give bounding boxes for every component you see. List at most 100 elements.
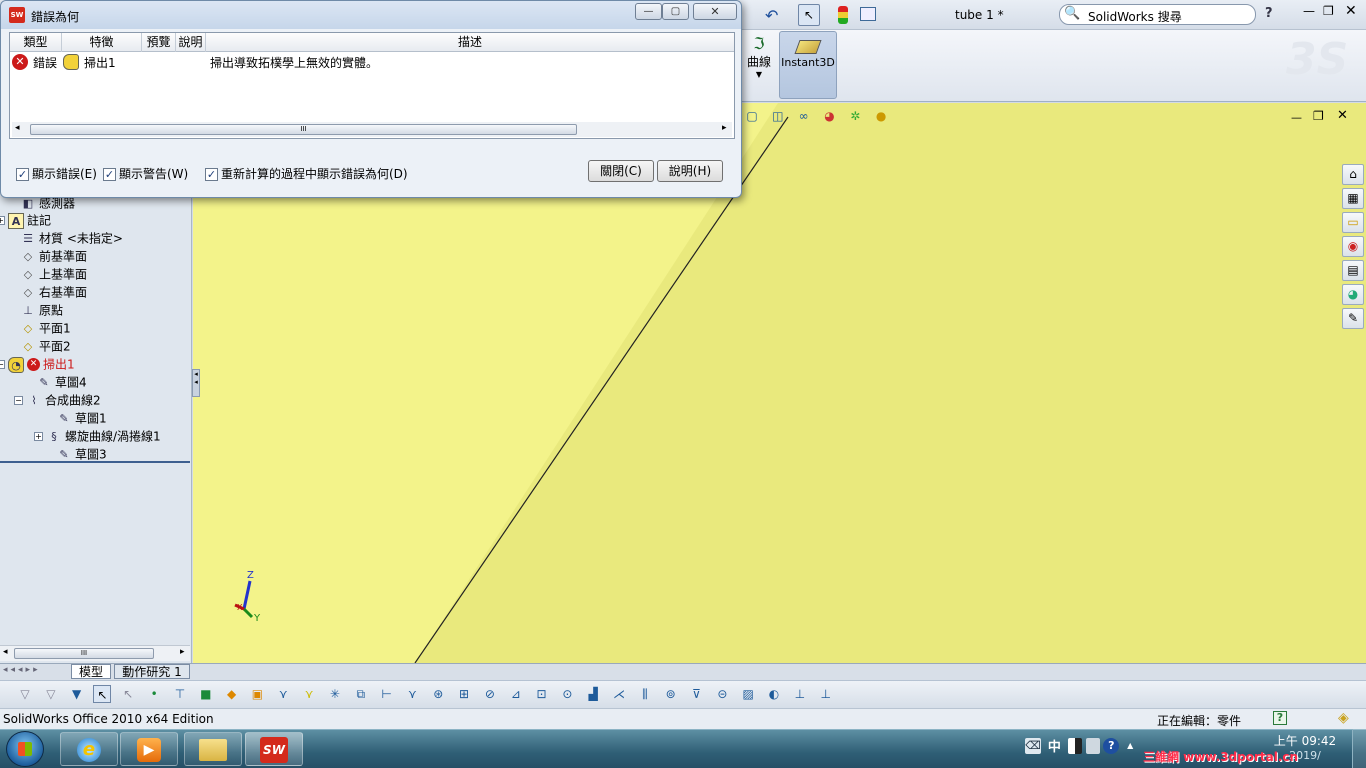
minimize-main-button[interactable]: — bbox=[1303, 4, 1315, 18]
display-style-icon[interactable]: ◫ bbox=[769, 107, 787, 125]
surface-finish-icon[interactable]: ⊘ bbox=[481, 685, 499, 703]
viewport-restore-icon[interactable]: ❐ bbox=[1313, 109, 1324, 123]
scroll-left-icon[interactable]: ◂ bbox=[3, 647, 8, 657]
render-icon[interactable]: ● bbox=[872, 107, 890, 125]
help-icon[interactable]: ? bbox=[1265, 6, 1273, 21]
viewport-minimize-icon[interactable]: — bbox=[1291, 111, 1302, 124]
taskbar-explorer[interactable] bbox=[184, 732, 242, 766]
select-arrow-icon[interactable]: ↖ bbox=[93, 685, 112, 703]
dimension-icon[interactable]: ⊢ bbox=[378, 685, 396, 703]
tab-model[interactable]: 模型 bbox=[71, 664, 111, 679]
search-box[interactable]: 🔍 SolidWorks 搜尋 bbox=[1059, 4, 1256, 25]
tolerance-icon[interactable]: ⊡ bbox=[533, 685, 551, 703]
measure-icon[interactable]: ⊥ bbox=[791, 685, 809, 703]
scene-icon[interactable]: ✲ bbox=[846, 107, 864, 125]
note-filter-icon[interactable]: ⋎ bbox=[403, 685, 421, 703]
scroll-right-icon[interactable]: ▸ bbox=[722, 123, 727, 133]
ime-punct-icon[interactable] bbox=[1085, 737, 1100, 754]
route-icon[interactable]: ⊽ bbox=[688, 685, 706, 703]
filter-icon[interactable]: ▽ bbox=[16, 685, 34, 703]
hole-icon[interactable]: ⊙ bbox=[558, 685, 576, 703]
balloon-icon[interactable]: ⊛ bbox=[429, 685, 447, 703]
cube-icon[interactable]: ■ bbox=[197, 685, 215, 703]
tree-item[interactable]: + § 螺旋曲線/渦捲線1 bbox=[34, 427, 161, 445]
taskbar-ie[interactable]: e bbox=[60, 732, 118, 766]
tree-hscrollbar[interactable]: ◂ III ▸ bbox=[0, 645, 190, 661]
tag-icon[interactable]: ◈ bbox=[1338, 710, 1349, 726]
appearances-icon[interactable]: ◕ bbox=[1342, 284, 1364, 305]
tree-item[interactable]: ⊥ 原點 bbox=[20, 301, 63, 319]
point-icon[interactable]: • bbox=[145, 685, 163, 703]
hatch-icon[interactable]: ⫼ bbox=[636, 685, 654, 703]
face-icon[interactable]: ▣ bbox=[248, 685, 266, 703]
taskbar-solidworks[interactable]: SW bbox=[245, 732, 303, 766]
ime-chinese-indicator[interactable]: 中 bbox=[1048, 740, 1061, 755]
show-on-rebuild-checkbox[interactable]: ✓ 重新計算的過程中顯示錯誤為何(D) bbox=[205, 165, 408, 182]
viewport-close-icon[interactable]: ✕ bbox=[1337, 108, 1348, 123]
image-icon[interactable]: ▨ bbox=[739, 685, 757, 703]
search-results-icon[interactable]: ◉ bbox=[1342, 236, 1364, 257]
tree-scroll-thumb[interactable]: III bbox=[14, 648, 154, 659]
weld-icon[interactable]: ⊿ bbox=[507, 685, 525, 703]
star-icon[interactable]: ✳ bbox=[326, 685, 344, 703]
expand-icon[interactable]: + bbox=[34, 432, 43, 441]
edge-filter2-icon[interactable]: ⋎ bbox=[300, 685, 318, 703]
chart-icon[interactable]: ▟ bbox=[584, 685, 602, 703]
show-errors-checkbox[interactable]: ✓ 顯示錯誤(E) bbox=[16, 165, 97, 182]
tree-item[interactable]: − ◔ ✕ 掃出1 bbox=[0, 355, 75, 373]
close-main-button[interactable]: ✕ bbox=[1345, 3, 1357, 19]
block-icon[interactable]: ⊚ bbox=[662, 685, 680, 703]
ime-status-icon[interactable]: ⌫ bbox=[1025, 737, 1041, 754]
error-list-hscrollbar[interactable]: ◂ III ▸ bbox=[12, 122, 732, 137]
view-orientation-icon[interactable]: ▢ bbox=[743, 107, 761, 125]
col-description[interactable]: 描述 bbox=[206, 33, 734, 52]
error-list-scroll-thumb[interactable]: III bbox=[30, 124, 577, 135]
custom-properties-icon[interactable]: ✎ bbox=[1342, 308, 1364, 329]
home-icon[interactable]: ⌂ bbox=[1342, 164, 1364, 185]
vertex-icon[interactable]: ◆ bbox=[223, 685, 241, 703]
show-warnings-checkbox[interactable]: ✓ 顯示警告(W) bbox=[103, 165, 188, 182]
help-button[interactable]: 說明(H) bbox=[657, 160, 723, 182]
tray-expand-icon[interactable]: ▲ bbox=[1127, 741, 1133, 750]
tree-item[interactable]: ✎ 草圖1 bbox=[56, 409, 106, 427]
collapse-icon[interactable]: − bbox=[0, 360, 5, 369]
mass-icon[interactable]: ◐ bbox=[765, 685, 783, 703]
design-library-icon[interactable]: ▦ bbox=[1342, 188, 1364, 209]
table-row[interactable]: ✕ 錯誤 掃出1 掃出導致拓樸學上無效的實體。 bbox=[10, 53, 734, 71]
dialog-close-button[interactable]: ✕ bbox=[693, 3, 737, 20]
dialog-maximize-button[interactable]: ▢ bbox=[662, 3, 689, 20]
ime-help-icon[interactable]: ? bbox=[1103, 737, 1120, 754]
expand-icon[interactable]: + bbox=[0, 216, 5, 225]
tree-item[interactable]: ✎ 草圖4 bbox=[36, 373, 86, 391]
tree-item[interactable]: + A 註記 bbox=[0, 211, 51, 229]
tree-item[interactable]: ◇ 平面1 bbox=[20, 319, 71, 337]
pane-collapse-handle[interactable]: ◂ ◂ bbox=[192, 369, 200, 397]
dialog-minimize-button[interactable]: — bbox=[635, 3, 662, 20]
select-tool-icon[interactable]: ↖ bbox=[798, 4, 820, 26]
redo-icon[interactable]: ↶ bbox=[765, 6, 778, 25]
tree-item[interactable]: ◇ 平面2 bbox=[20, 337, 71, 355]
hide-show-icon[interactable]: ∞ bbox=[795, 107, 813, 125]
col-explanation[interactable]: 說明 bbox=[176, 33, 206, 52]
select-other-icon[interactable]: ↖ bbox=[119, 685, 137, 703]
tree-item[interactable]: ◇ 右基準面 bbox=[20, 283, 87, 301]
close-button[interactable]: 關閉(C) bbox=[588, 160, 654, 182]
edge-filter-icon[interactable]: ⋎ bbox=[274, 685, 292, 703]
collapse-icon[interactable]: − bbox=[14, 396, 23, 405]
ime-half-width-icon[interactable] bbox=[1067, 737, 1082, 754]
appearance-icon[interactable]: ◕ bbox=[820, 107, 838, 125]
options-icon[interactable] bbox=[860, 7, 876, 21]
axis-icon[interactable]: ⊤ bbox=[171, 685, 189, 703]
instant3d-button[interactable]: Instant3D bbox=[779, 31, 837, 99]
scroll-left-icon[interactable]: ◂ bbox=[15, 123, 20, 133]
tab-nav-arrows[interactable]: ◂◂◂▸▸ bbox=[3, 665, 41, 675]
status-help-icon[interactable]: ? bbox=[1273, 711, 1287, 725]
tree-item[interactable]: ◇ 上基準面 bbox=[20, 265, 87, 283]
col-type[interactable]: 類型 bbox=[10, 33, 62, 52]
tree-item[interactable]: ☰ 材質 <未指定> bbox=[20, 229, 123, 247]
tab-motion-study[interactable]: 動作研究 1 bbox=[114, 664, 190, 679]
taskbar-media-player[interactable]: ▶ bbox=[120, 732, 178, 766]
datum-icon[interactable]: ⊞ bbox=[455, 685, 473, 703]
view-palette-icon[interactable]: ▤ bbox=[1342, 260, 1364, 281]
tree-item[interactable]: − ⌇ 合成曲線2 bbox=[14, 391, 101, 409]
